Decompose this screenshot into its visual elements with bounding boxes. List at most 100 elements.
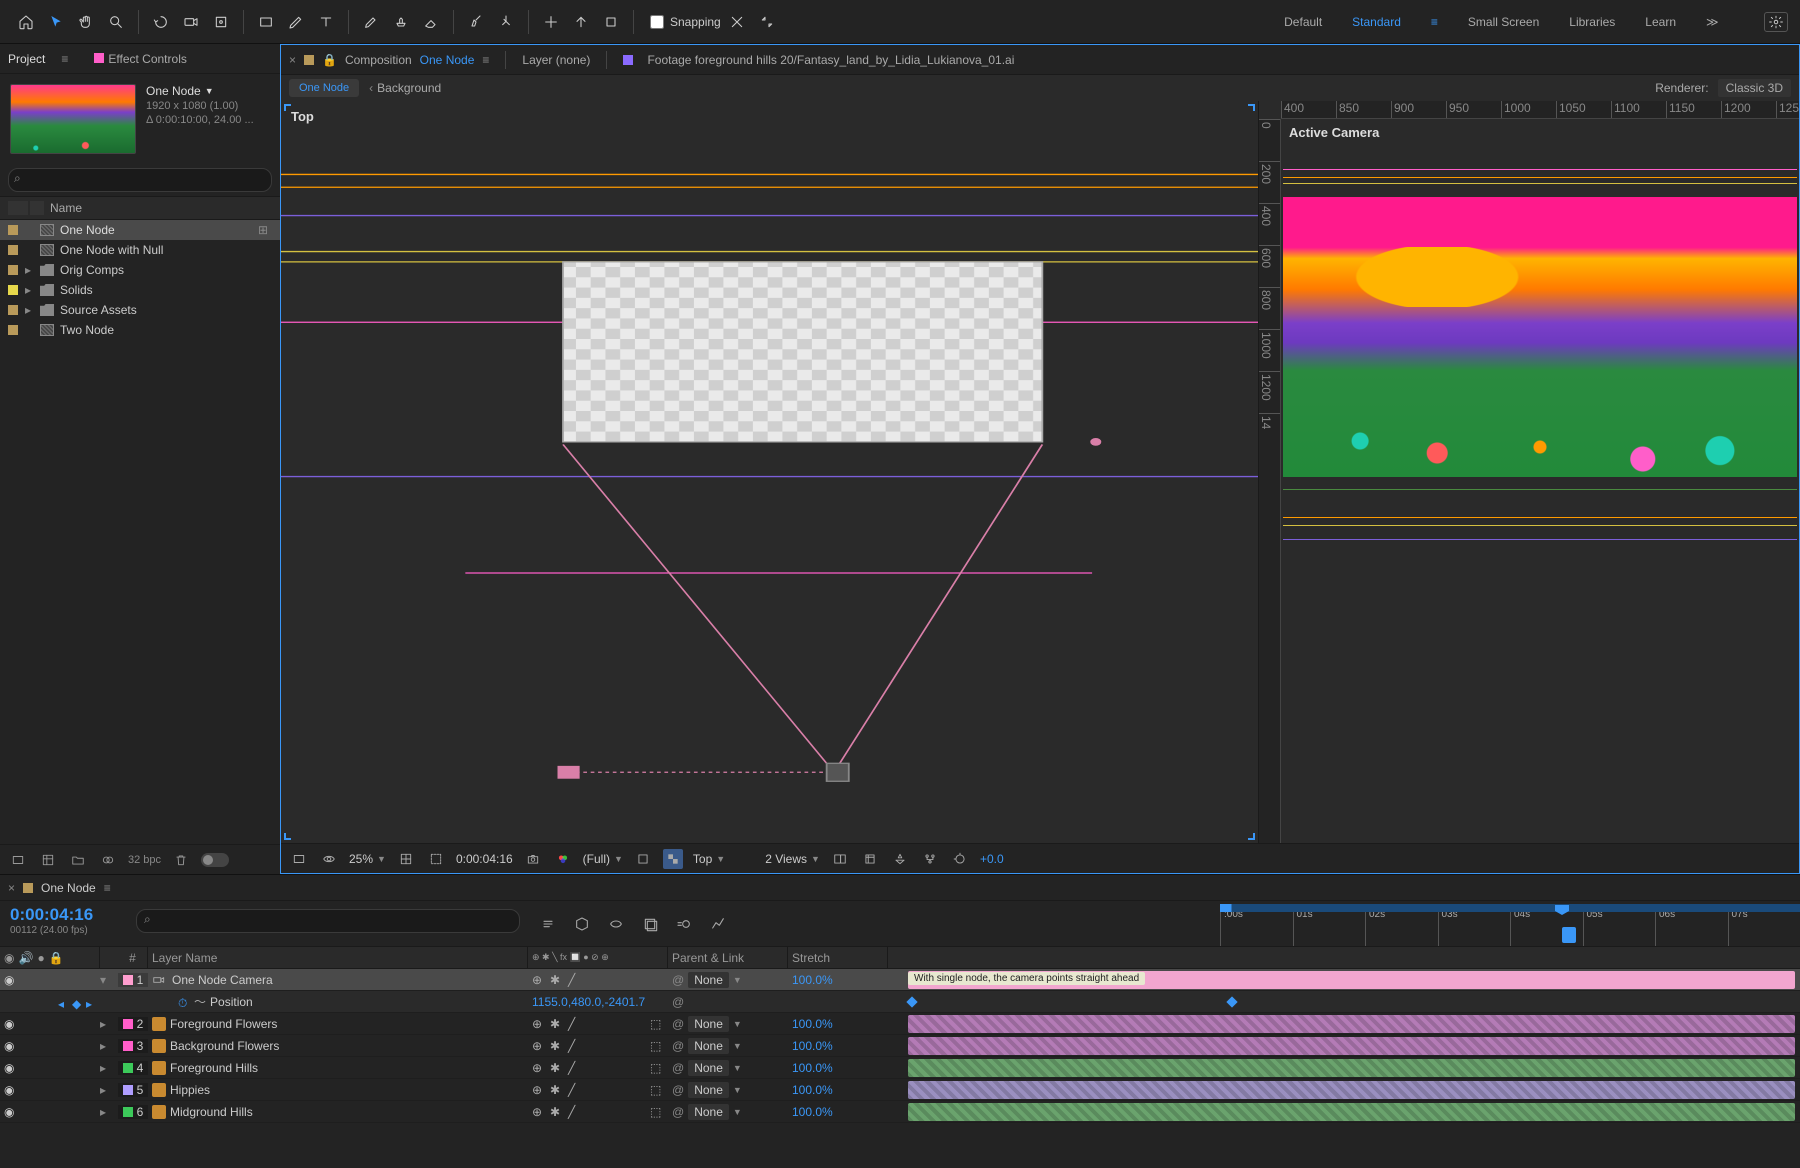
type-tool-icon[interactable] bbox=[312, 8, 340, 36]
mask-visibility-icon[interactable] bbox=[426, 849, 446, 869]
workspace-small-screen[interactable]: Small Screen bbox=[1468, 15, 1539, 29]
visibility-icon[interactable]: ◉ bbox=[4, 1017, 18, 1031]
expand-layer-icon[interactable]: ▸ bbox=[100, 1105, 110, 1119]
effects-icon[interactable]: ✱ bbox=[550, 973, 564, 987]
resolution-dropdown[interactable]: (Full)▼ bbox=[583, 852, 623, 866]
flowchart-icon[interactable]: ⊞ bbox=[258, 223, 272, 237]
3d-layer-icon[interactable]: ⬚ bbox=[650, 1061, 664, 1075]
view-axis-icon[interactable] bbox=[597, 8, 625, 36]
bpc-label[interactable]: 32 bpc bbox=[128, 854, 161, 866]
keyframe-icon[interactable] bbox=[906, 996, 917, 1007]
footage-label[interactable]: Footage foreground hills 20/Fantasy_land… bbox=[647, 53, 1014, 67]
workspace-libraries[interactable]: Libraries bbox=[1569, 15, 1615, 29]
pickwhip-icon[interactable]: @ bbox=[672, 1039, 684, 1053]
timeline-tab-name[interactable]: One Node bbox=[41, 881, 96, 895]
layer-name[interactable]: Midground Hills bbox=[170, 1105, 253, 1119]
world-axis-icon[interactable] bbox=[567, 8, 595, 36]
local-axis-icon[interactable] bbox=[537, 8, 565, 36]
expand-icon[interactable]: ▸ bbox=[22, 303, 34, 317]
effect-controls-tab[interactable]: Effect Controls bbox=[108, 52, 186, 66]
parent-dropdown[interactable]: None bbox=[688, 1038, 729, 1054]
expand-layer-icon[interactable]: ▾ bbox=[100, 973, 110, 987]
parent-dropdown[interactable]: None bbox=[688, 1060, 729, 1076]
layer-color[interactable] bbox=[123, 1041, 133, 1051]
graph-editor-icon[interactable] bbox=[708, 914, 728, 934]
add-keyframe-icon[interactable]: ◆ bbox=[72, 997, 82, 1007]
layer-row[interactable]: ◉ ▸ 5 Hippies ⊕ ✱ ╱ ⬚ @ None ▼ 100.0% bbox=[0, 1079, 1800, 1101]
shy-icon[interactable]: ⊕ bbox=[532, 1061, 546, 1075]
always-preview-icon[interactable] bbox=[289, 849, 309, 869]
effects-icon[interactable]: ✱ bbox=[550, 1083, 564, 1097]
snapshot-icon[interactable] bbox=[523, 849, 543, 869]
layer-row[interactable]: ◉ ▸ 4 Foreground Hills ⊕ ✱ ╱ ⬚ @ None ▼ … bbox=[0, 1057, 1800, 1079]
timeline-icon[interactable] bbox=[920, 849, 940, 869]
viewport-top[interactable]: Top bbox=[281, 101, 1259, 843]
puppet-tool-icon[interactable] bbox=[492, 8, 520, 36]
effects-icon[interactable]: ✱ bbox=[550, 1017, 564, 1031]
crumb-one-node[interactable]: One Node bbox=[289, 79, 359, 97]
solo-switch-icon[interactable]: ● bbox=[37, 951, 44, 965]
stretch-value[interactable]: 100.0% bbox=[792, 1039, 833, 1053]
layer-name[interactable]: Hippies bbox=[170, 1083, 210, 1097]
stretch-value[interactable]: 100.0% bbox=[792, 1017, 833, 1031]
layer-name[interactable]: Foreground Hills bbox=[170, 1061, 258, 1075]
layer-marker[interactable]: With single node, the camera points stra… bbox=[908, 972, 1145, 985]
close-timeline-tab-icon[interactable]: × bbox=[8, 881, 15, 895]
parent-dropdown[interactable]: None bbox=[688, 1104, 729, 1120]
snap-edge-icon[interactable] bbox=[723, 8, 751, 36]
collapse-icon[interactable]: ╱ bbox=[568, 1061, 582, 1075]
brush-tool-icon[interactable] bbox=[357, 8, 385, 36]
workspace-standard[interactable]: Standard bbox=[1352, 15, 1401, 29]
project-item[interactable]: ▸ Solids bbox=[0, 280, 280, 300]
snapping-toggle[interactable]: Snapping bbox=[650, 15, 721, 29]
visibility-icon[interactable]: ◉ bbox=[4, 1105, 18, 1119]
expand-layer-icon[interactable]: ▸ bbox=[100, 1039, 110, 1053]
tab-menu-icon[interactable]: ≡ bbox=[482, 53, 489, 67]
project-toggle[interactable] bbox=[201, 853, 229, 867]
layer-bar[interactable] bbox=[908, 1059, 1795, 1077]
pickwhip-icon[interactable]: @ bbox=[672, 1017, 684, 1031]
pickwhip-icon[interactable]: @ bbox=[672, 973, 684, 987]
next-keyframe-icon[interactable]: ▸ bbox=[86, 997, 96, 1007]
parent-dropdown[interactable]: None bbox=[688, 972, 729, 988]
transparency-grid-icon[interactable] bbox=[663, 849, 683, 869]
property-value[interactable]: 1155.0,480.0,-2401.7 bbox=[532, 995, 645, 1009]
comp-mini-flowchart-icon[interactable] bbox=[538, 914, 558, 934]
layer-bar[interactable] bbox=[908, 1015, 1795, 1033]
motion-blur-icon[interactable] bbox=[674, 914, 694, 934]
project-tab[interactable]: Project bbox=[8, 52, 45, 66]
workspace-menu-icon[interactable]: ≡ bbox=[1431, 15, 1438, 29]
parent-link-header[interactable]: Parent & Link bbox=[668, 947, 788, 968]
home-icon[interactable] bbox=[12, 8, 40, 36]
effects-icon[interactable]: ✱ bbox=[550, 1039, 564, 1053]
shy-icon[interactable]: ⊕ bbox=[532, 1017, 546, 1031]
shy-icon[interactable]: ⊕ bbox=[532, 1083, 546, 1097]
3d-layer-icon[interactable]: ⬚ bbox=[650, 1105, 664, 1119]
roto-brush-tool-icon[interactable] bbox=[462, 8, 490, 36]
rectangle-tool-icon[interactable] bbox=[252, 8, 280, 36]
layer-color[interactable] bbox=[123, 975, 133, 985]
clone-stamp-tool-icon[interactable] bbox=[387, 8, 415, 36]
3d-layer-icon[interactable]: ⬚ bbox=[650, 1039, 664, 1053]
layer-row[interactable]: ◉ ▾ 1 One Node Camera ⊕ ✱ ╱ @ None ▼ 100… bbox=[0, 969, 1800, 991]
crumb-background[interactable]: Background bbox=[377, 81, 441, 95]
interpret-footage-icon[interactable] bbox=[8, 850, 28, 870]
panel-menu-icon[interactable]: ≡ bbox=[61, 52, 68, 66]
collapse-icon[interactable]: ╱ bbox=[568, 1017, 582, 1031]
effects-icon[interactable]: ✱ bbox=[550, 1105, 564, 1119]
magnification-icon[interactable] bbox=[319, 849, 339, 869]
workspace-learn[interactable]: Learn bbox=[1645, 15, 1676, 29]
pickwhip-icon[interactable]: @ bbox=[672, 1083, 684, 1097]
eraser-tool-icon[interactable] bbox=[417, 8, 445, 36]
collapse-icon[interactable]: ╱ bbox=[568, 1083, 582, 1097]
expand-icon[interactable]: ▸ bbox=[22, 283, 34, 297]
pickwhip-icon[interactable]: @ bbox=[672, 1061, 684, 1075]
label-col-icon[interactable] bbox=[8, 201, 28, 215]
work-area-end-icon[interactable] bbox=[1562, 927, 1576, 943]
layer-color[interactable] bbox=[123, 1107, 133, 1117]
color-depth-icon[interactable] bbox=[98, 850, 118, 870]
frame-blend-icon[interactable] bbox=[640, 914, 660, 934]
visibility-icon[interactable]: ◉ bbox=[4, 973, 18, 987]
project-item[interactable]: One Node ⊞ bbox=[0, 220, 280, 240]
layer-color[interactable] bbox=[123, 1063, 133, 1073]
